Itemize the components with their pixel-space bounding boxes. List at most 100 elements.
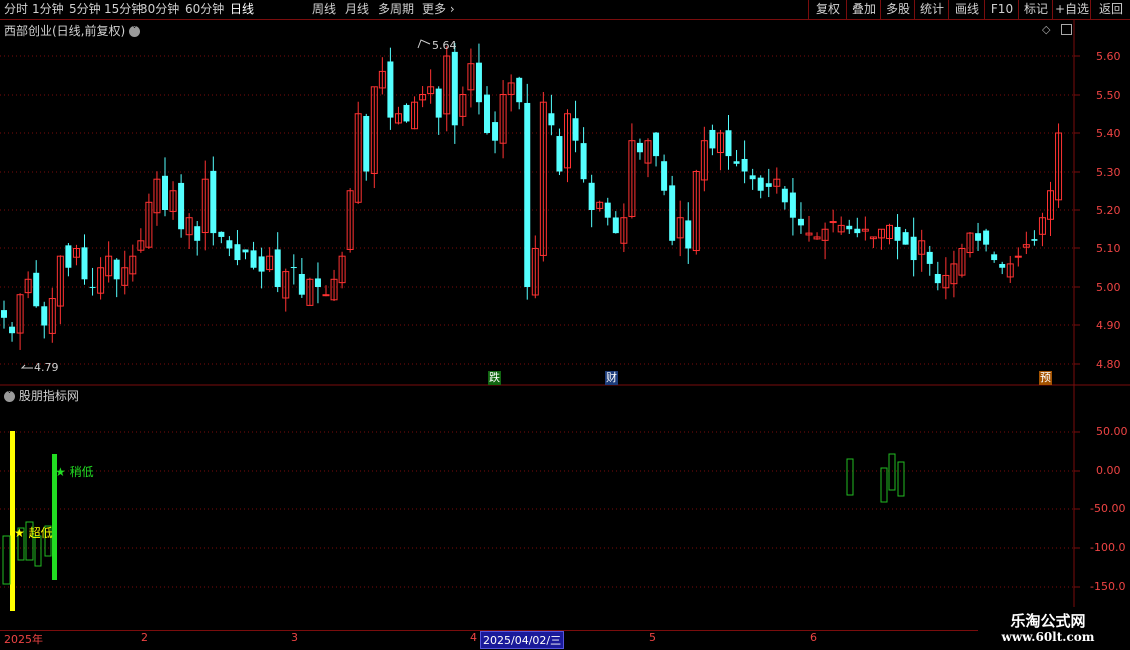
candle-body-down [765, 183, 772, 187]
tab-more[interactable]: 更多 › [422, 2, 455, 17]
candle-body-down [475, 62, 482, 103]
candle-body-down [524, 102, 531, 287]
candle-body-down [548, 113, 555, 126]
candle-body-down [653, 132, 660, 157]
draw-line-button[interactable]: 画线 [948, 0, 985, 19]
date-label: 3 [291, 631, 298, 644]
indicator-bar [888, 453, 896, 491]
event-tag-finance[interactable]: 财 [605, 371, 618, 385]
candle-body-down [65, 245, 72, 268]
candle-body-up [1014, 255, 1022, 258]
candle-body-down [894, 226, 901, 241]
candle-body-down [749, 175, 756, 180]
tab-5min[interactable]: 5分钟 [69, 2, 101, 17]
candle-body-down [484, 94, 490, 133]
candle-body-down [218, 231, 225, 237]
date-label: 6 [810, 631, 817, 644]
tab-multi-period[interactable]: 多周期 [378, 2, 414, 17]
candle-body-down [580, 143, 587, 180]
candle-body-down [1, 310, 7, 318]
y-tick: 5.00 [1096, 281, 1121, 294]
candle-body-down [926, 251, 933, 264]
candle-body-up [322, 294, 330, 297]
candle-body-down [669, 185, 676, 241]
candle-body-down [556, 136, 563, 172]
candle-body-down [934, 273, 941, 284]
watermark-title: 乐淘公式网 [1010, 612, 1086, 630]
y-tick: 5.50 [1096, 89, 1121, 102]
y-tick: 5.60 [1096, 50, 1121, 63]
candle-body-up [829, 221, 837, 224]
candle-body-down [274, 249, 281, 287]
candle-body-down [636, 142, 643, 153]
tab-monthly[interactable]: 月线 [345, 2, 369, 17]
candle-body-down [242, 249, 249, 253]
candle-body-down [451, 51, 458, 126]
overlay-button[interactable]: 叠加 [846, 0, 881, 19]
candle-body-down [854, 228, 861, 234]
y-tick: 5.10 [1096, 242, 1121, 255]
candle-body-down [9, 326, 16, 334]
candle-body-down [403, 104, 410, 122]
multi-stock-button[interactable]: 多股 [880, 0, 915, 19]
tab-15min[interactable]: 15分钟 [104, 2, 143, 17]
mark-button[interactable]: 标记 [1018, 0, 1053, 19]
candle-body-down [210, 170, 217, 234]
event-tag-forecast[interactable]: 预 [1039, 371, 1052, 385]
candle-body-down [363, 115, 370, 172]
indicator-y-tick: -100.0 [1090, 541, 1126, 554]
indicator-chart [0, 386, 1080, 630]
candle-body-down [757, 177, 764, 191]
f10-button[interactable]: F10 [984, 0, 1019, 19]
signal-label-green: ★ 稍低 [55, 465, 94, 479]
chevron-right-icon: › [446, 2, 455, 16]
crosshair-date-label: 2025/04/02/三 [480, 631, 565, 649]
candle-body-down [234, 244, 241, 261]
candle-body-down [516, 77, 523, 103]
tab-daily[interactable]: 日线 [230, 2, 254, 17]
low-price-label: 4.79 [34, 361, 59, 374]
tab-1min[interactable]: 1分钟 [32, 2, 64, 17]
candle-body-down [983, 230, 990, 245]
candle-body-down [604, 202, 611, 218]
candle-body-down [194, 226, 201, 241]
tab-30min[interactable]: 30分钟 [140, 2, 179, 17]
candle-body-down [741, 158, 748, 172]
date-label: 4 [470, 631, 477, 644]
candle-body-down [178, 182, 185, 230]
candle-body-down [387, 61, 394, 118]
tab-more-label: 更多 [422, 2, 447, 16]
candlestick-chart [0, 20, 1130, 386]
indicator-bar [880, 467, 888, 503]
signal-label-yellow: ★ 超低 [14, 526, 53, 540]
candle-body-down [612, 217, 619, 234]
event-tag-drop[interactable]: 跌 [488, 371, 501, 385]
tab-weekly[interactable]: 周线 [312, 2, 336, 17]
candle-body-down [314, 278, 321, 287]
candle-body-down [492, 122, 499, 141]
fuquan-button[interactable]: 复权 [808, 0, 847, 19]
candle-body-down [290, 267, 297, 269]
indicator-bar [897, 461, 905, 497]
candle-body-down [991, 254, 998, 261]
tab-fenshi[interactable]: 分时 [4, 2, 28, 17]
back-button[interactable]: 返回 [1090, 0, 1130, 19]
candle-body-down [250, 250, 257, 268]
indicator-y-tick: 50.00 [1096, 425, 1128, 438]
indicator-bar [2, 535, 11, 585]
y-tick: 4.90 [1096, 319, 1121, 332]
y-tick: 5.40 [1096, 127, 1121, 140]
indicator-y-tick: -50.00 [1090, 502, 1126, 515]
add-watchlist-button[interactable]: +自选 [1052, 0, 1091, 19]
candle-body-down [661, 161, 668, 191]
candle-body-down [975, 233, 982, 241]
statistics-button[interactable]: 统计 [914, 0, 949, 19]
candle-body-down [910, 236, 917, 261]
indicator-y-tick: -150.0 [1090, 580, 1126, 593]
tab-60min[interactable]: 60分钟 [185, 2, 224, 17]
candle-body-down [709, 129, 716, 149]
candle-body-down [902, 232, 909, 245]
y-tick: 5.30 [1096, 166, 1121, 179]
y-tick: 5.20 [1096, 204, 1121, 217]
date-label: 5 [649, 631, 656, 644]
